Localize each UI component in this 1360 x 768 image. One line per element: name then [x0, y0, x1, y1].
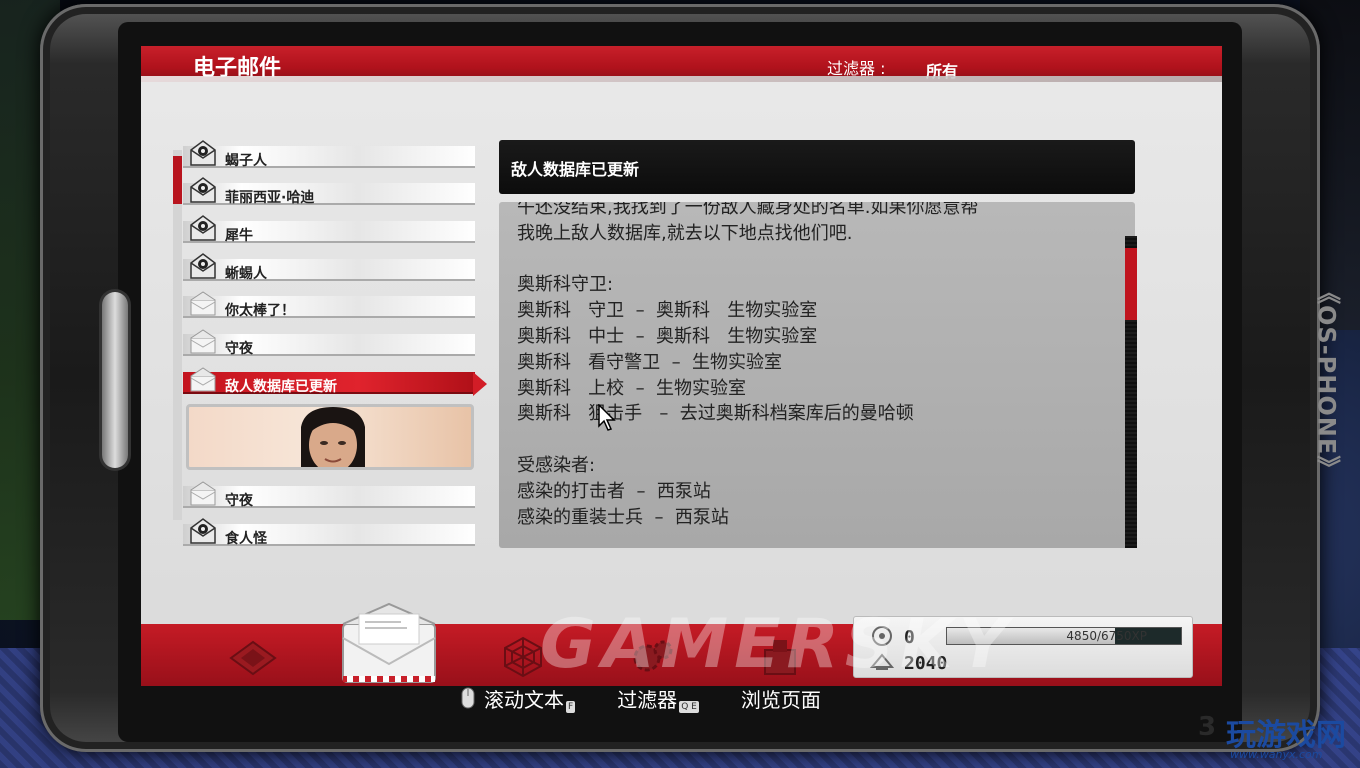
portrait-image	[301, 407, 365, 467]
message-line: 感染的重装士兵 – 西泵站	[517, 506, 729, 528]
selected-arrow	[473, 372, 487, 396]
opened-envelope-icon	[190, 481, 216, 506]
opened-envelope-icon	[190, 329, 216, 354]
mail-item[interactable]: 守夜	[183, 480, 475, 510]
mail-item-label: 蜥蜴人	[225, 266, 267, 282]
game-scene: 《OS-PHONE》 电子邮件 过滤器 : 所有 蝎子人菲丽西亚·哈迪 犀牛蜥蜴人…	[0, 0, 1360, 768]
watermark-overlay: GAMERSKY	[540, 605, 1014, 684]
message-subject: 敌人数据库已更新	[511, 160, 640, 179]
email-app-icon[interactable]	[341, 602, 437, 684]
hint-scroll-text: 滚动文本 F	[484, 687, 576, 713]
mail-item[interactable]: 守夜	[183, 328, 475, 358]
phone-side-button[interactable]	[102, 292, 128, 468]
mail-item-label: 菲丽西亚·哈迪	[225, 190, 315, 206]
mail-item-label: 你太棒了！	[225, 303, 295, 319]
message-scrollbar[interactable]	[1125, 236, 1137, 548]
message-header: 敌人数据库已更新	[499, 140, 1135, 194]
mail-item-label: 犀牛	[225, 228, 253, 244]
closed-envelope-icon	[190, 177, 216, 203]
message-line	[517, 247, 1107, 273]
filter-label: 过滤器 :	[827, 59, 886, 78]
message-line: 奥斯科守卫:	[517, 274, 614, 296]
watermark-site-url: www.wanyx.com	[1230, 748, 1323, 761]
mail-list-scrollbar[interactable]	[173, 150, 182, 520]
mail-item-label: 守夜	[225, 493, 253, 509]
site-watermark: 3 玩游戏网 www.wanyx.com	[1196, 706, 1346, 764]
mail-list: 蝎子人 菲丽西亚·哈迪 犀牛 蜥蜴人 你太棒了！ 守夜 敌人数据库已更新 守夜 食人怪	[183, 140, 487, 552]
mail-item-label: 食人怪	[225, 531, 267, 547]
mail-item[interactable]: 蜥蜴人	[183, 253, 475, 283]
mail-item[interactable]: 敌人数据库已更新	[183, 366, 487, 396]
message-line: 我晚上敌人数据库,就去以下地点找他们吧.	[517, 222, 853, 244]
mail-item[interactable]: 犀牛	[183, 215, 475, 245]
map-icon[interactable]	[223, 634, 283, 678]
hint-browse-pages: 浏览页面	[740, 687, 821, 712]
message-line: 奥斯科 看守警卫 – 生物实验室	[517, 351, 783, 373]
filter-value[interactable]: 所有	[926, 58, 958, 82]
mail-item-label: 蝎子人	[225, 153, 267, 169]
device-brand-label: 《OS-PHONE》	[1312, 279, 1341, 481]
closed-envelope-icon	[190, 140, 216, 166]
app-header: 电子邮件 过滤器 : 所有	[141, 46, 1222, 82]
phone-screen: 电子邮件 过滤器 : 所有 蝎子人 菲丽西亚·哈迪 犀牛 蜥蜴人 你太棒了！ 守夜 敌人数据…	[141, 46, 1222, 686]
message-line: 午还没结束,我找到了一份敌人藏身处的名单.如果你愿意帮	[517, 202, 979, 218]
closed-envelope-icon	[190, 215, 216, 241]
message-line: 受感染者:	[517, 454, 596, 476]
message-text: 午还没结束,我找到了一份敌人藏身处的名单.如果你愿意帮我晚上敌人数据库,就去以下…	[517, 202, 1107, 530]
mail-item[interactable]: 蝎子人	[183, 140, 475, 170]
mail-item[interactable]: 食人怪	[183, 518, 475, 548]
mail-list-scroll-thumb[interactable]	[173, 156, 182, 204]
sender-portrait	[186, 404, 474, 470]
mail-item-label: 守夜	[225, 341, 253, 357]
hint-filter: 过滤器 Q E	[617, 687, 699, 713]
mouse-cursor-icon	[598, 404, 616, 431]
mail-item[interactable]: 菲丽西亚·哈迪	[183, 177, 475, 207]
closed-envelope-icon	[190, 518, 216, 544]
message-body[interactable]: 午还没结束,我找到了一份敌人藏身处的名单.如果你愿意帮我晚上敌人数据库,就去以下…	[499, 202, 1135, 548]
opened-envelope-icon	[190, 367, 216, 392]
app-title: 电子邮件	[193, 56, 282, 81]
message-line: 感染的打击者 – 西泵站	[517, 480, 711, 502]
message-line: 奥斯科 守卫 – 奥斯科 生物实验室	[517, 300, 818, 322]
closed-envelope-icon	[190, 253, 216, 279]
message-line: 奥斯科 中士 – 奥斯科 生物实验室	[517, 325, 818, 347]
message-line: 奥斯科 上校 – 生物实验室	[517, 377, 747, 399]
mail-item[interactable]: 你太棒了！	[183, 290, 475, 320]
mail-item-label: 敌人数据库已更新	[225, 379, 337, 395]
control-hints: 滚动文本 F 过滤器 Q E 浏览页面	[460, 678, 821, 718]
watermark-number: 3	[1198, 712, 1217, 742]
message-scroll-thumb[interactable]	[1125, 248, 1137, 320]
opened-envelope-icon	[190, 291, 216, 316]
mouse-icon	[461, 687, 475, 709]
